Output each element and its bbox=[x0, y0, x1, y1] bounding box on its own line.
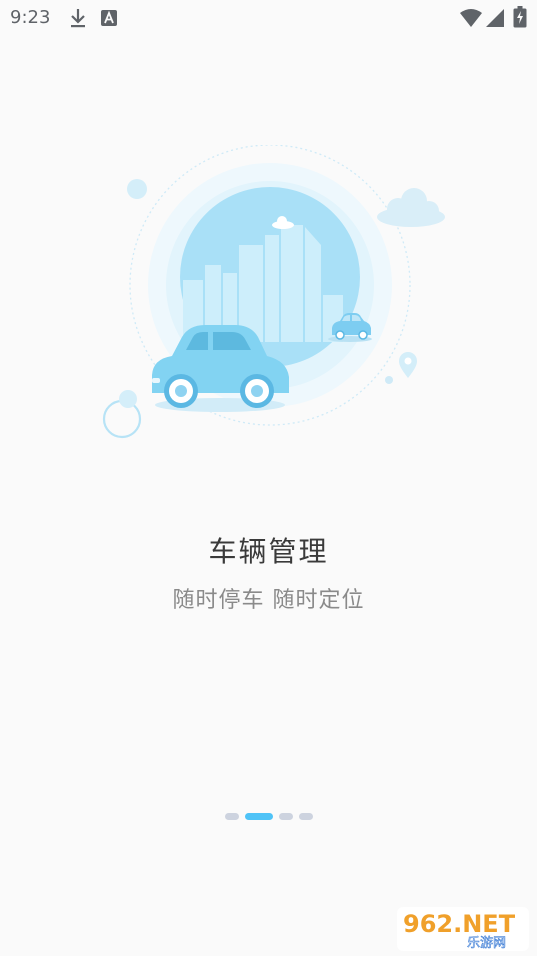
bubble-ring-icon bbox=[102, 399, 142, 439]
page-dot[interactable] bbox=[298, 813, 313, 820]
bubble-icon bbox=[119, 390, 137, 408]
wifi-icon bbox=[460, 9, 482, 27]
page-indicator bbox=[0, 813, 537, 820]
status-bar: 9:23 bbox=[0, 0, 537, 36]
svg-text:962.NET: 962.NET bbox=[403, 910, 516, 938]
onboarding-title: 车辆管理 bbox=[208, 535, 329, 568]
watermark-badge: 962.NET 乐游网 bbox=[397, 907, 529, 951]
bubble-icon bbox=[127, 179, 147, 199]
download-icon bbox=[71, 9, 85, 28]
watermark-logo: 962.NET 乐游网 bbox=[397, 907, 529, 951]
bubble-icon bbox=[385, 376, 393, 384]
page-dot[interactable] bbox=[278, 813, 293, 820]
onboarding-subtitle: 随时停车 随时定位 bbox=[172, 588, 365, 613]
page-dot[interactable] bbox=[224, 813, 239, 820]
svg-text:乐游网: 乐游网 bbox=[467, 936, 506, 951]
page-dot-active[interactable] bbox=[244, 813, 273, 820]
location-pin-icon bbox=[399, 352, 417, 378]
car-illustration bbox=[102, 145, 445, 439]
cloud-icon bbox=[377, 188, 445, 227]
status-time: 9:23 bbox=[10, 7, 51, 28]
battery-charging-icon bbox=[513, 6, 527, 28]
signal-icon bbox=[486, 9, 504, 27]
a-notification-icon bbox=[101, 10, 117, 26]
